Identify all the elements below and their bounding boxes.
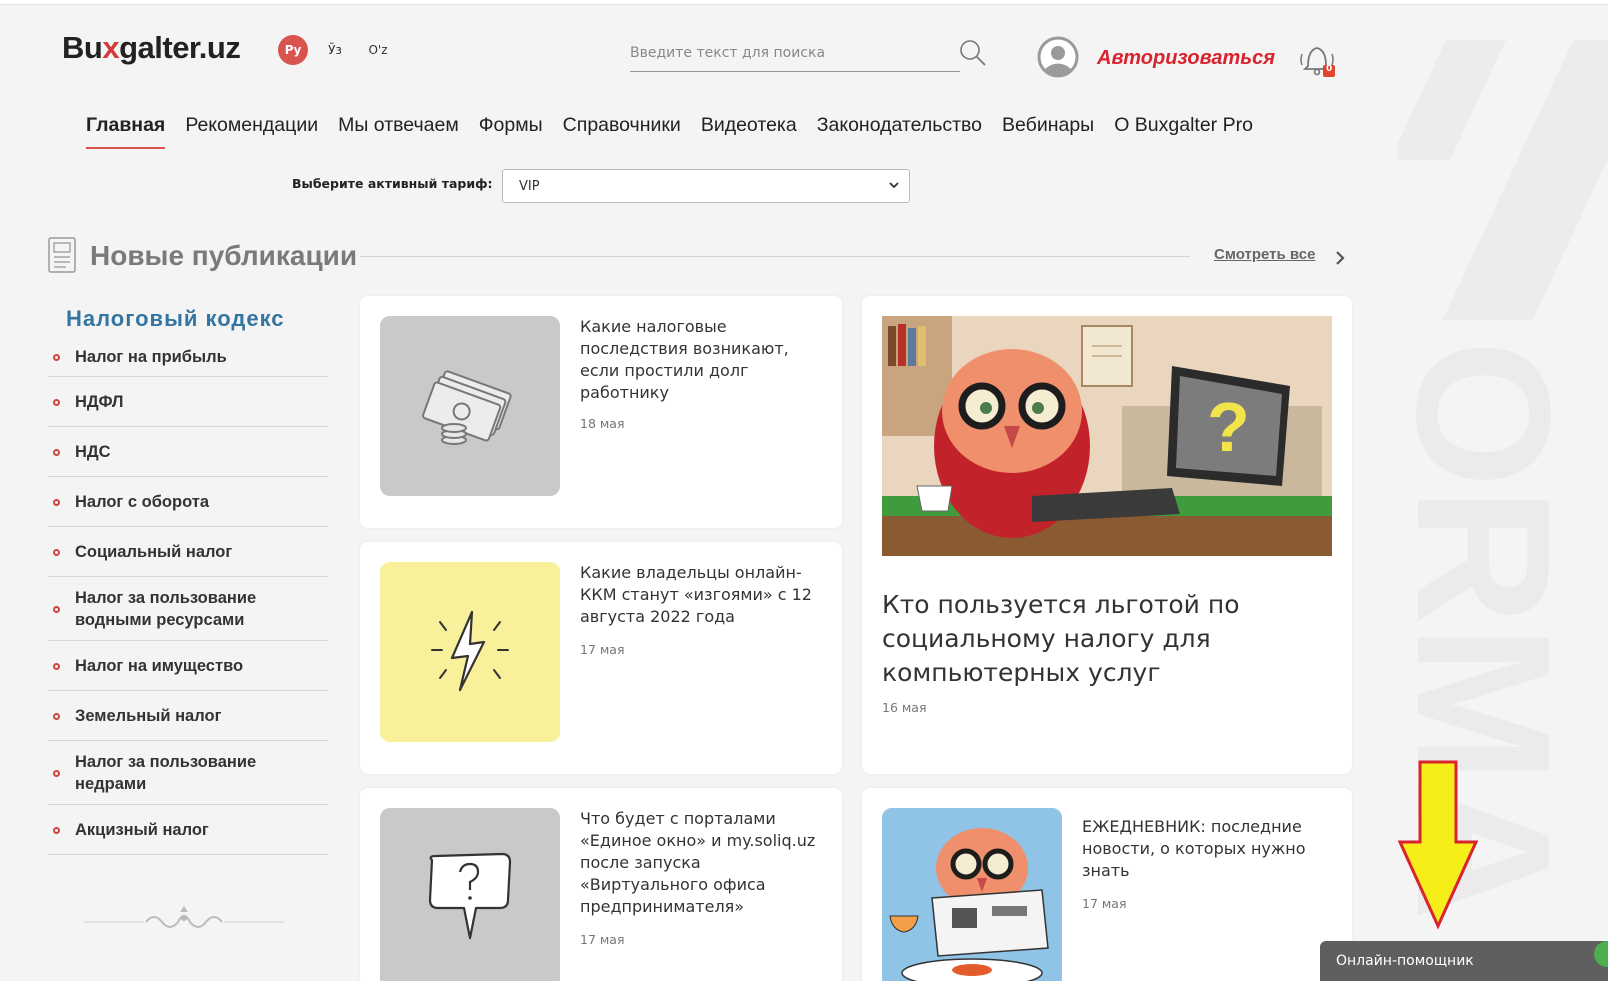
article-title[interactable]: Что будет с порталами «Единое окно» и my…: [580, 808, 822, 918]
nav-item-answers[interactable]: Мы отвечаем: [338, 114, 459, 149]
sidebar-item-property-tax[interactable]: Налог на имущество: [48, 641, 328, 691]
sidebar-item-label: Земельный налог: [75, 706, 222, 725]
article-card[interactable]: ЕЖЕДНЕВНИК: последние новости, о которых…: [862, 788, 1352, 981]
sidebar-title: Налоговый кодекс: [66, 306, 285, 331]
search-input[interactable]: [630, 38, 950, 68]
top-border: [0, 0, 1608, 5]
notification-count-badge: 0: [1326, 64, 1333, 74]
section-title: Новые публикации: [90, 240, 358, 271]
sidebar-item-label: Налог на имущество: [75, 656, 244, 675]
document-icon: [48, 237, 76, 273]
site-logo[interactable]: Buxgalter.uz: [62, 30, 241, 66]
bullet-icon: [53, 548, 60, 556]
nav-item-legislation[interactable]: Законодательство: [817, 114, 982, 149]
sidebar-item-turnover-tax[interactable]: Налог с оборота: [48, 477, 328, 527]
sidebar-item-label: Налог на прибыль: [75, 347, 227, 366]
arrow-down-icon: [1397, 760, 1479, 930]
article-card[interactable]: Какие владельцы онлайн-ККМ станут «изгоя…: [360, 542, 842, 774]
article-date: 17 мая: [580, 932, 625, 947]
featured-article-card[interactable]: ? Кто пользуется льготой по социальному …: [862, 296, 1352, 774]
search-icon[interactable]: [958, 38, 988, 68]
sidebar-item-label: Акцизный налог: [75, 820, 209, 839]
sidebar-item-profit-tax[interactable]: Налог на прибыль: [48, 337, 328, 377]
main-nav: Главная Рекомендации Мы отвечаем Формы С…: [86, 114, 1273, 149]
search-box: [630, 38, 960, 72]
tariff-selected-value: VIP: [519, 178, 540, 194]
featured-title[interactable]: Кто пользуется льготой по социальному на…: [882, 588, 1312, 690]
article-date: 17 мая: [1082, 896, 1127, 911]
sidebar-item-ndfl[interactable]: НДФЛ: [48, 377, 328, 427]
sidebar-item-label: НДФЛ: [75, 392, 124, 411]
user-avatar-icon[interactable]: [1037, 36, 1079, 78]
notification-bell-icon[interactable]: 0: [1298, 40, 1336, 80]
sidebar-item-water-tax[interactable]: Налог за пользование водными ресурсами: [48, 577, 328, 641]
sidebar-item-social-tax[interactable]: Социальный налог: [48, 527, 328, 577]
sidebar-item-excise-tax[interactable]: Акцизный налог: [48, 805, 328, 855]
bullet-icon: [53, 662, 60, 670]
tariff-select[interactable]: VIP: [502, 169, 910, 203]
article-date: 18 мая: [580, 416, 625, 431]
chevron-right-icon[interactable]: [1334, 249, 1346, 267]
featured-date: 16 мая: [882, 700, 927, 715]
sidebar-item-label: Налог с оборота: [75, 492, 210, 511]
article-title[interactable]: Какие владельцы онлайн-ККМ станут «изгоя…: [580, 562, 822, 628]
lang-uz-latin-button[interactable]: O'z: [365, 35, 391, 65]
featured-illustration: ?: [882, 316, 1332, 556]
online-helper-label: Онлайн-помощник: [1336, 953, 1474, 969]
bullet-icon: [53, 353, 60, 361]
sidebar-item-subsoil-tax[interactable]: Налог за пользование недрами: [48, 741, 328, 805]
lang-ru-button[interactable]: Ру: [278, 35, 308, 65]
ornament-divider: [84, 906, 284, 936]
sidebar-list: Налог на прибыль НДФЛ НДС Налог с оборот…: [48, 337, 328, 855]
sidebar-item-label: Налог за пользование недрами: [75, 752, 257, 793]
article-card[interactable]: Что будет с порталами «Единое окно» и my…: [360, 788, 842, 981]
owl-newspaper-image: [882, 808, 1062, 981]
sidebar-item-vat[interactable]: НДС: [48, 427, 328, 477]
bullet-icon: [53, 448, 60, 456]
article-title[interactable]: ЕЖЕДНЕВНИК: последние новости, о которых…: [1082, 816, 1332, 882]
nav-item-about[interactable]: О Buxgalter Pro: [1114, 114, 1253, 149]
bullet-icon: [53, 398, 60, 406]
nav-item-forms[interactable]: Формы: [479, 114, 543, 149]
online-helper-button[interactable]: Онлайн-помощник: [1320, 941, 1608, 981]
sidebar-item-land-tax[interactable]: Земельный налог: [48, 691, 328, 741]
nav-item-videos[interactable]: Видеотека: [701, 114, 797, 149]
tariff-label: Выберите активный тариф:: [292, 176, 493, 191]
bullet-icon: [53, 605, 60, 613]
bullet-icon: [53, 712, 60, 720]
article-card[interactable]: Какие налоговые последствия возникают, е…: [360, 296, 842, 528]
article-date: 17 мая: [580, 642, 625, 657]
nav-item-recommendations[interactable]: Рекомендации: [185, 114, 318, 149]
sidebar-item-label: Налог за пользование водными ресурсами: [75, 588, 257, 629]
login-link[interactable]: Авторизоваться: [1097, 47, 1275, 70]
chevron-down-icon: [889, 182, 899, 189]
nav-item-home[interactable]: Главная: [86, 114, 166, 149]
question-bubble-icon: [380, 808, 560, 981]
svg-text:?: ?: [1207, 388, 1250, 466]
status-online-icon: [1594, 941, 1608, 967]
nav-item-webinars[interactable]: Вебинары: [1002, 114, 1094, 149]
money-icon: [380, 316, 560, 496]
lang-uz-cyrillic-button[interactable]: Ўз: [323, 35, 347, 65]
nav-item-references[interactable]: Справочники: [563, 114, 681, 149]
sidebar-item-label: НДС: [75, 442, 111, 461]
lightning-icon: [380, 562, 560, 742]
bullet-icon: [53, 769, 60, 777]
sidebar-item-label: Социальный налог: [75, 542, 233, 561]
article-title[interactable]: Какие налоговые последствия возникают, е…: [580, 316, 822, 404]
section-divider: [360, 256, 1190, 257]
see-all-link[interactable]: Смотреть все: [1214, 246, 1315, 263]
bullet-icon: [53, 498, 60, 506]
bullet-icon: [53, 826, 60, 834]
